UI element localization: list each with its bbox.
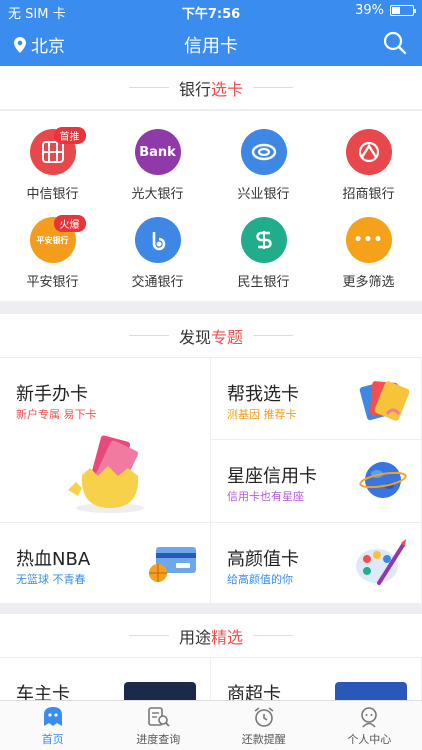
topic-pick-card[interactable]: 帮我选卡 测基因 推荐卡 xyxy=(211,358,422,440)
status-bar: 无 SIM 卡 下午7:56 39% xyxy=(0,0,422,22)
paint-palette-icon xyxy=(356,539,406,585)
citic-logo-icon: 首推 xyxy=(29,127,86,175)
bank-label: 更多筛选 xyxy=(342,275,395,290)
bocom-logo-icon xyxy=(134,217,181,263)
bank-item-cmbc[interactable]: 民生银行 xyxy=(211,199,316,290)
basketball-card-icon xyxy=(149,547,196,582)
topic-beauty-card[interactable]: 高颜值卡 给高颜值的你 xyxy=(211,523,422,604)
topic-grid: 新手办卡 新户专属 易下卡 帮我选卡 测基因 推荐卡 星座信用卡 信用卡也有星座 xyxy=(0,358,422,604)
topic-star-card[interactable]: 星座信用卡 信用卡也有星座 xyxy=(211,440,422,523)
topic-newbie-card[interactable]: 新手办卡 新户专属 易下卡 xyxy=(0,358,211,523)
battery-percent: 39% xyxy=(355,3,384,18)
ceb-logo-icon: Bank xyxy=(134,129,181,175)
bank-item-pingan[interactable]: 平安银行 火爆 平安银行 xyxy=(0,199,105,290)
topic-title: 新手办卡 xyxy=(16,384,88,405)
bank-section-header: 银行选卡 xyxy=(0,66,422,110)
cmbc-logo-icon xyxy=(240,217,287,263)
bank-item-bocom[interactable]: 交通银行 xyxy=(105,199,210,290)
nav-bar: 北京 信用卡 xyxy=(0,22,422,66)
planet-icon xyxy=(359,462,407,498)
bank-item-cib[interactable]: 兴业银行 xyxy=(211,111,316,202)
topic-section-header: 发现专题 xyxy=(0,314,422,358)
person-icon xyxy=(361,707,378,728)
alarm-clock-icon xyxy=(254,707,274,727)
bank-label: 民生银行 xyxy=(237,275,290,290)
tab-progress[interactable]: 进度查询 xyxy=(106,701,212,750)
bank-label: 平安银行 xyxy=(26,275,79,290)
bank-label: 交通银行 xyxy=(131,275,184,290)
topic-title: 热血NBA xyxy=(16,549,91,570)
bank-item-citic[interactable]: 首推 中信银行 xyxy=(0,111,105,202)
topic-subtitle: 信用卡也有星座 xyxy=(227,490,304,503)
progress-search-icon xyxy=(148,707,170,727)
page-title: 信用卡 xyxy=(184,36,238,57)
use-section-header: 用途精选 xyxy=(0,614,422,658)
home-mascot-icon xyxy=(43,707,62,726)
tab-profile[interactable]: 个人中心 xyxy=(317,701,422,750)
bottom-tab-bar: 首页 进度查询 还款提醒 个人中心 xyxy=(0,700,422,750)
topic-title: 星座信用卡 xyxy=(227,466,317,487)
egg-card-illustration-icon xyxy=(68,435,144,513)
search-icon[interactable] xyxy=(382,30,408,56)
topic-title: 高颜值卡 xyxy=(227,549,299,570)
battery-icon xyxy=(390,5,416,16)
topic-subtitle: 无篮球 不青春 xyxy=(16,573,86,586)
topic-title: 帮我选卡 xyxy=(227,384,299,405)
badge-recommend: 首推 xyxy=(53,127,86,144)
battery-indicator: 39% xyxy=(355,3,416,18)
topic-nba-card[interactable]: 热血NBA 无篮球 不青春 xyxy=(0,523,211,604)
badge-hot: 火爆 xyxy=(53,215,86,232)
section-title: 用途精选 xyxy=(178,627,244,647)
topic-subtitle: 给高颜值的你 xyxy=(227,573,293,586)
pingan-logo-icon: 平安银行 火爆 xyxy=(29,215,86,263)
section-title: 银行选卡 xyxy=(178,79,244,99)
bank-grid: 首推 中信银行 Bank 光大银行 兴业银行 招商银行 平安银行 火爆 平安银行… xyxy=(0,111,422,301)
bank-item-ceb[interactable]: Bank 光大银行 xyxy=(105,111,210,202)
cib-logo-icon xyxy=(240,129,287,175)
tab-home[interactable]: 首页 xyxy=(0,701,106,750)
bank-item-more[interactable]: ••• 更多筛选 xyxy=(316,199,421,290)
cmb-logo-icon xyxy=(345,129,392,175)
more-icon: ••• xyxy=(345,217,392,263)
section-title: 发现专题 xyxy=(178,327,244,347)
topic-subtitle: 新户专属 易下卡 xyxy=(16,408,97,421)
topic-subtitle: 测基因 推荐卡 xyxy=(227,408,297,421)
cards-fan-icon xyxy=(359,381,409,421)
app-header: 无 SIM 卡 下午7:56 39% 北京 信用卡 xyxy=(0,0,422,66)
bank-item-cmb[interactable]: 招商银行 xyxy=(316,111,421,202)
tab-reminder[interactable]: 还款提醒 xyxy=(211,701,317,750)
